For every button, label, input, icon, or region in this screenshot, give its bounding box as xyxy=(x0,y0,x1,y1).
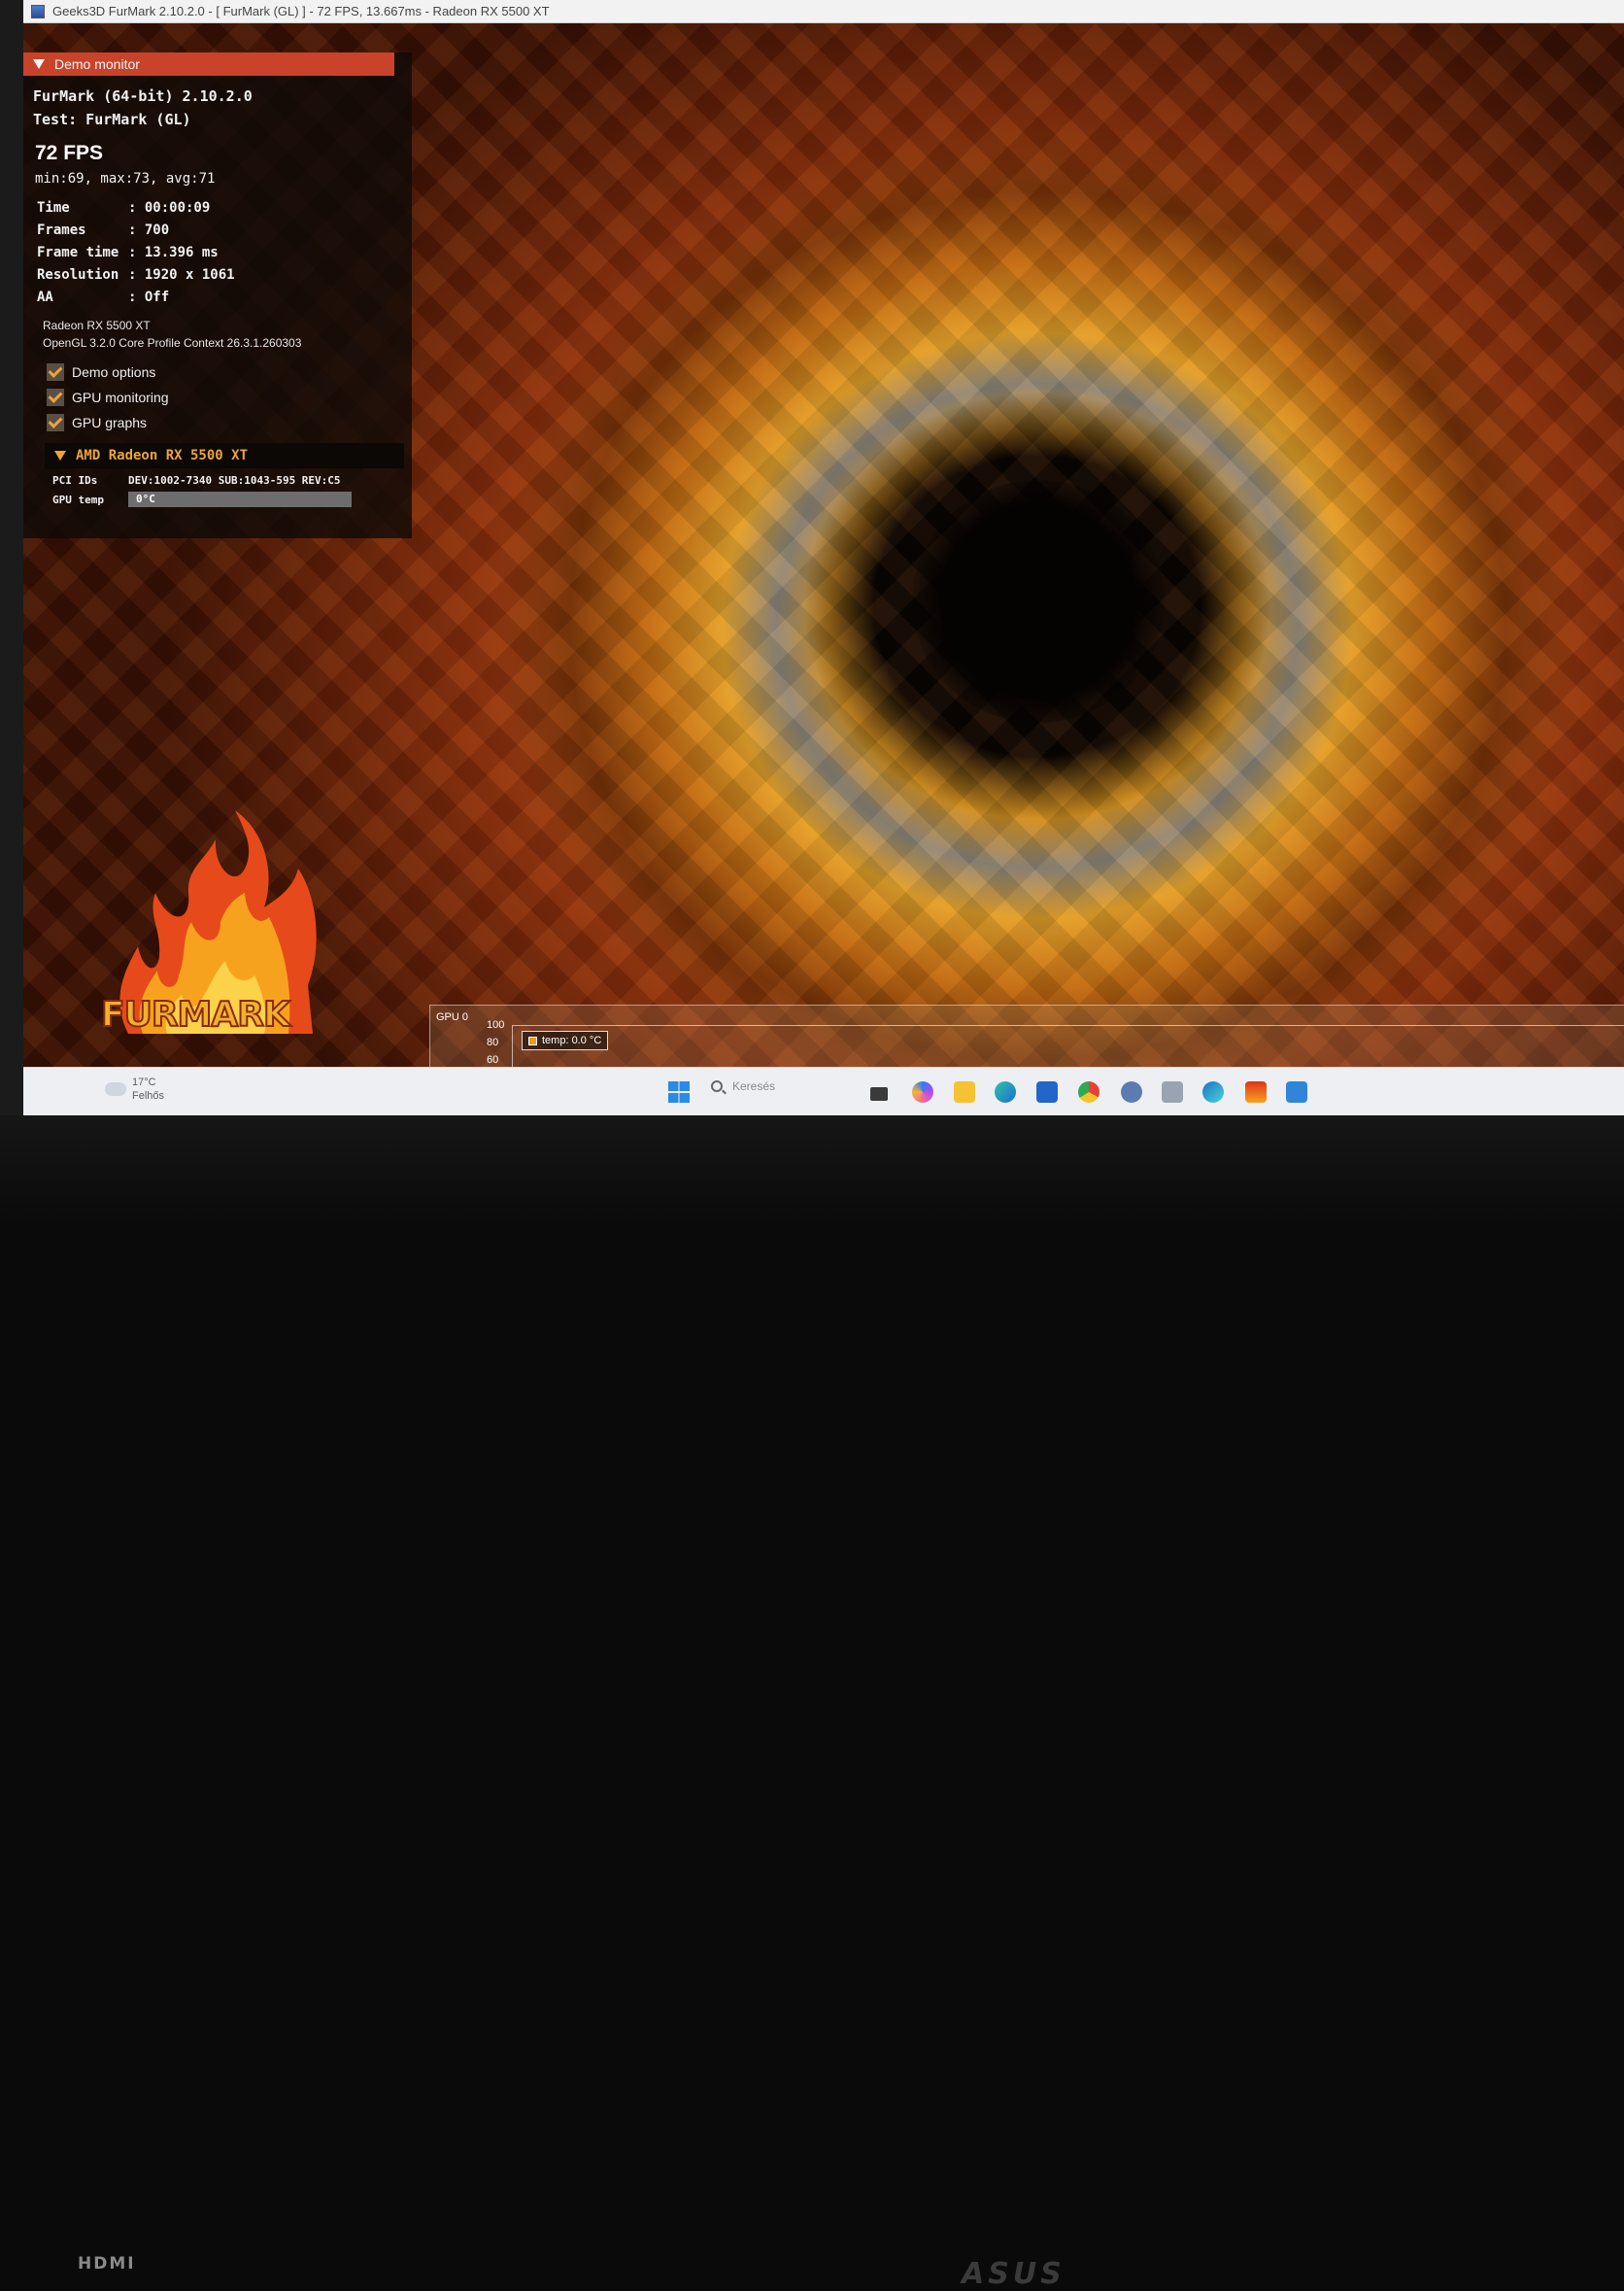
screen: Geeks3D FurMark 2.10.2.0 - [ FurMark (GL… xyxy=(23,0,1624,1115)
stat-value: : Off xyxy=(128,290,170,305)
stat-label: Frames xyxy=(37,222,86,238)
graph-plot-area xyxy=(512,1025,1624,1067)
checkmark-icon xyxy=(47,363,64,381)
stat-label: Frame time xyxy=(37,245,119,260)
pci-value: DEV:1002-7340 SUB:1043-595 REV:C5 xyxy=(128,474,341,487)
stat-row-resolution: Resolution : 1920 x 1061 xyxy=(37,267,235,283)
settings-icon[interactable] xyxy=(1121,1081,1142,1103)
stat-value: : 700 xyxy=(128,222,170,238)
y-tick-label: 80 xyxy=(487,1037,499,1048)
search-icon xyxy=(711,1080,723,1092)
checkbox-label: GPU monitoring xyxy=(72,390,169,405)
windows-start-icon[interactable] xyxy=(668,1081,690,1103)
stat-value: : 13.396 ms xyxy=(128,245,219,260)
gpu-section-title: AMD Radeon RX 5500 XT xyxy=(76,448,249,463)
demo-options-checkbox[interactable]: Demo options xyxy=(47,363,155,381)
file-explorer-icon[interactable] xyxy=(870,1087,888,1101)
demo-monitor-panel: Demo monitor FurMark (64-bit) 2.10.2.0 T… xyxy=(23,52,412,538)
steam-icon[interactable] xyxy=(1162,1081,1183,1103)
taskbar: 17°C Felhős Keresés xyxy=(23,1067,1624,1115)
monitor-bezel-bottom: HDMI ASUS xyxy=(0,1115,1624,2291)
gpu-monitoring-checkbox[interactable]: GPU monitoring xyxy=(47,389,169,406)
collapse-triangle-icon xyxy=(33,59,45,69)
edge-dev-icon[interactable] xyxy=(1202,1081,1224,1103)
stat-row-aa: AA : Off xyxy=(37,290,169,305)
app-version: FurMark (64-bit) 2.10.2.0 xyxy=(33,87,253,105)
monitor-bezel-left xyxy=(0,0,23,1218)
furmark-3d-scene: Demo monitor FurMark (64-bit) 2.10.2.0 T… xyxy=(23,23,1624,1067)
y-tick-label: 60 xyxy=(487,1054,499,1066)
weather-text: 17°C Felhős xyxy=(132,1076,164,1103)
temp-label: GPU temp xyxy=(52,493,104,506)
edge-icon[interactable] xyxy=(995,1081,1016,1103)
gl-context: OpenGL 3.2.0 Core Profile Context 26.3.1… xyxy=(43,336,302,350)
store-icon[interactable] xyxy=(1036,1081,1058,1103)
test-name: Test: FurMark (GL) xyxy=(33,111,191,128)
copilot-icon[interactable] xyxy=(912,1081,933,1103)
title-bar[interactable]: Geeks3D FurMark 2.10.2.0 - [ FurMark (GL… xyxy=(23,0,1624,23)
app-icon xyxy=(31,4,45,18)
cloud-icon xyxy=(105,1082,126,1096)
pci-label: PCI IDs xyxy=(52,474,98,487)
taskbar-search[interactable]: Keresés xyxy=(711,1079,775,1093)
demo-monitor-title: Demo monitor xyxy=(54,56,140,72)
gpu-section-header[interactable]: AMD Radeon RX 5500 XT xyxy=(45,443,404,468)
demo-monitor-header[interactable]: Demo monitor xyxy=(23,52,394,76)
weather-desc: Felhős xyxy=(132,1090,165,1102)
y-tick-label: 100 xyxy=(487,1019,505,1031)
stat-row-frame-time: Frame time : 13.396 ms xyxy=(37,245,219,260)
stat-row-frames: Frames : 700 xyxy=(37,222,169,238)
legend-swatch xyxy=(528,1036,537,1045)
pci-ids-row: PCI IDs DEV:1002-7340 SUB:1043-595 REV:C5 xyxy=(52,474,341,487)
gpu-temp-row: GPU temp 0°C xyxy=(52,492,352,507)
furmark-logo-text: FURMARK xyxy=(100,994,291,1036)
graph-legend: temp: 0.0 °C xyxy=(522,1031,609,1050)
stat-row-time: Time : 00:00:09 xyxy=(37,200,210,216)
graph-label: GPU 0 xyxy=(436,1011,469,1023)
stat-label: AA xyxy=(37,290,53,305)
window-title: Geeks3D FurMark 2.10.2.0 - [ FurMark (GL… xyxy=(52,4,550,18)
checkbox-label: Demo options xyxy=(72,364,156,380)
legend-text: temp: 0.0 °C xyxy=(542,1035,602,1046)
fur-donut-center xyxy=(912,480,1165,723)
gpu-graph: GPU 0 100 80 60 40 temp: 0.0 °C xyxy=(429,1005,1624,1067)
stat-value: : 1920 x 1061 xyxy=(128,267,235,283)
search-placeholder: Keresés xyxy=(732,1079,776,1093)
folder-icon[interactable] xyxy=(954,1081,975,1103)
collapse-triangle-icon xyxy=(54,451,66,461)
checkmark-icon xyxy=(47,414,64,431)
stat-label: Time xyxy=(37,200,70,216)
furmark-icon[interactable] xyxy=(1245,1081,1267,1103)
hdmi-label: HDMI xyxy=(78,2254,136,2274)
weather-widget[interactable]: 17°C Felhős xyxy=(105,1076,164,1103)
checkbox-label: GPU graphs xyxy=(72,415,148,430)
monitor-brand-logo: ASUS xyxy=(962,2257,1066,2291)
stat-label: Resolution xyxy=(37,267,119,283)
gpu-graphs-checkbox[interactable]: GPU graphs xyxy=(47,414,147,431)
active-app-icon[interactable] xyxy=(1286,1081,1307,1103)
gpu-name: Radeon RX 5500 XT xyxy=(43,319,151,332)
chrome-icon[interactable] xyxy=(1078,1081,1100,1103)
fps-stats: min:69, max:73, avg:71 xyxy=(35,171,216,187)
checkmark-icon xyxy=(47,389,64,406)
temp-bar: 0°C xyxy=(128,492,352,507)
monitor: Geeks3D FurMark 2.10.2.0 - [ FurMark (GL… xyxy=(0,0,1624,2291)
stat-value: : 00:00:09 xyxy=(128,200,211,216)
weather-temp: 17°C xyxy=(132,1077,156,1088)
fps-value: 72 FPS xyxy=(35,142,104,164)
